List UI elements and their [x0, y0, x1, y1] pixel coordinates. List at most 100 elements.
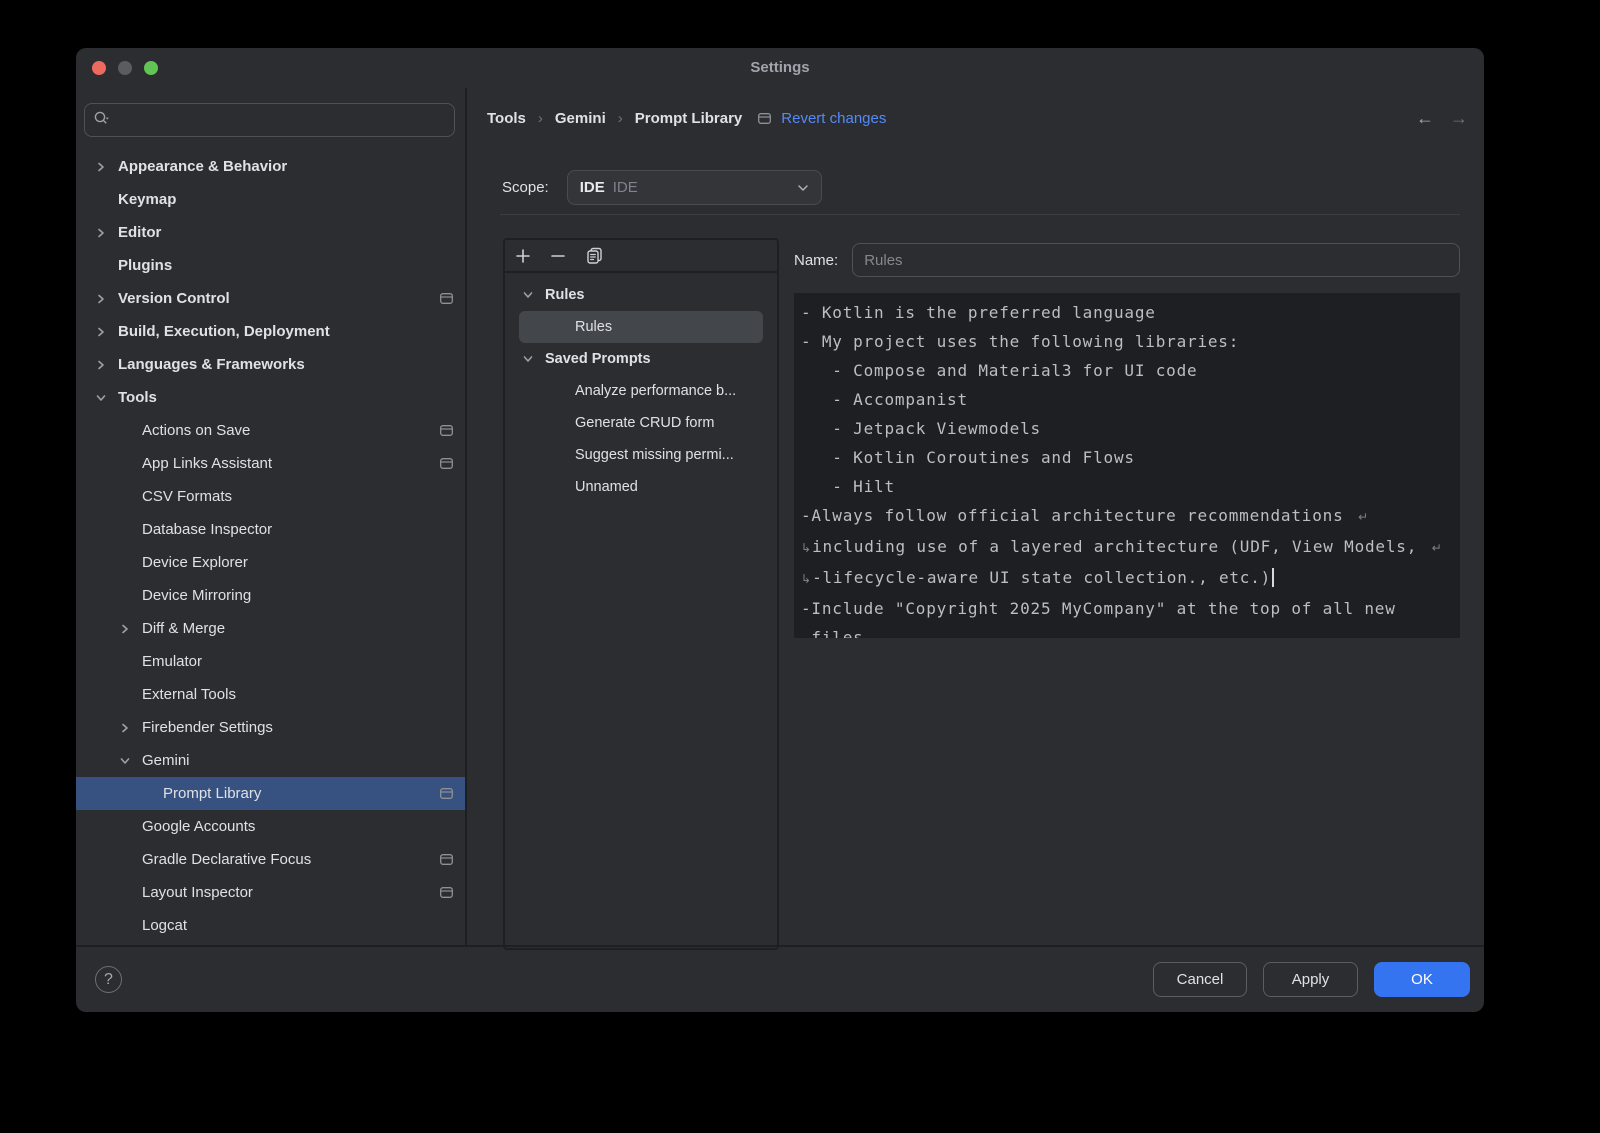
search-input[interactable]	[115, 112, 446, 128]
ok-button[interactable]: OK	[1374, 962, 1470, 997]
sidebar-item-device-mirroring[interactable]: Device Mirroring	[76, 579, 465, 612]
soft-wrap-end-icon: ↵	[1358, 510, 1368, 524]
back-arrow-icon[interactable]: ←	[1416, 108, 1434, 129]
sidebar-item-actions-on-save[interactable]: Actions on Save	[76, 414, 465, 447]
sidebar-item-external-tools[interactable]: External Tools	[76, 678, 465, 711]
sidebar-item-keymap[interactable]: Keymap	[76, 183, 465, 216]
prompt-list-toolbar	[505, 240, 777, 273]
prompt-tree: RulesRules Saved Prompts Analyze performan…	[505, 273, 777, 503]
chevron-down-icon[interactable]	[96, 391, 118, 405]
chevron-down-icon[interactable]	[120, 754, 142, 768]
item-label: Emulator	[142, 653, 202, 670]
name-label: Name:	[794, 252, 838, 269]
item-label: Unnamed	[575, 479, 638, 495]
sidebar-item-emulator[interactable]: Emulator	[76, 645, 465, 678]
sidebar-item-languages-frameworks[interactable]: Languages & Frameworks	[76, 348, 465, 381]
sidebar-item-prompt-library[interactable]: Prompt Library	[76, 777, 465, 810]
add-button[interactable]	[515, 248, 531, 264]
per-ide-settings-icon	[440, 788, 453, 799]
chevron-right-icon[interactable]	[96, 226, 118, 240]
forward-arrow-icon[interactable]: →	[1450, 108, 1468, 129]
apply-button[interactable]: Apply	[1263, 962, 1358, 997]
settings-sidebar: Appearance & Behavior Keymap Editor Plugins…	[76, 88, 467, 945]
cancel-button[interactable]: Cancel	[1153, 962, 1247, 997]
prompt-item-saved-prompts[interactable]: Saved Prompts	[519, 343, 763, 375]
sidebar-item-database-inspector[interactable]: Database Inspector	[76, 513, 465, 546]
sidebar-item-plugins[interactable]: Plugins	[76, 249, 465, 282]
editor-line: - Kotlin is the preferred language	[801, 298, 1454, 327]
per-ide-settings-icon	[758, 113, 771, 124]
item-label: Device Explorer	[142, 554, 248, 571]
editor-line: ↳-lifecycle-aware UI state collection., …	[801, 563, 1454, 594]
soft-wrap-start-icon: ↳	[801, 541, 811, 555]
item-label: Editor	[118, 224, 161, 241]
breadcrumb-item-tools[interactable]: Tools	[487, 110, 526, 127]
remove-button[interactable]	[550, 248, 566, 264]
scope-label: Scope:	[502, 179, 549, 196]
name-input[interactable]	[852, 243, 1460, 277]
prompt-item-rules[interactable]: Rules	[519, 279, 763, 311]
help-button[interactable]: ?	[95, 966, 122, 993]
sidebar-item-build-execution-deployment[interactable]: Build, Execution, Deployment	[76, 315, 465, 348]
prompt-item-suggest-missing-permi[interactable]: Suggest missing permi...	[519, 439, 763, 471]
item-label: External Tools	[142, 686, 236, 703]
scope-value: IDE	[580, 179, 605, 196]
sidebar-item-app-links-assistant[interactable]: App Links Assistant	[76, 447, 465, 480]
chevron-right-icon[interactable]	[96, 358, 118, 372]
scope-dropdown[interactable]: IDE IDE	[567, 170, 822, 205]
sidebar-item-tools[interactable]: Tools	[76, 381, 465, 414]
per-ide-settings-icon	[440, 425, 453, 436]
sidebar-item-gemini[interactable]: Gemini	[76, 744, 465, 777]
breadcrumb-item-prompt-library[interactable]: Prompt Library	[635, 110, 743, 127]
chevron-down-icon	[797, 179, 809, 197]
sidebar-item-editor[interactable]: Editor	[76, 216, 465, 249]
duplicate-button[interactable]	[585, 247, 603, 264]
chevron-right-icon[interactable]	[96, 160, 118, 174]
editor-line: -Always follow official architecture rec…	[801, 501, 1454, 532]
revert-changes-link[interactable]: Revert changes	[781, 110, 886, 127]
header-divider	[500, 214, 1460, 215]
editor-line: files	[801, 623, 1454, 638]
chevron-right-icon[interactable]	[96, 325, 118, 339]
prompt-item-generate-crud-form[interactable]: Generate CRUD form	[519, 407, 763, 439]
chevron-right-icon[interactable]	[96, 292, 118, 306]
prompt-list-panel: RulesRules Saved Prompts Analyze performan…	[503, 238, 779, 950]
item-label: Gemini	[142, 752, 190, 769]
sidebar-item-csv-formats[interactable]: CSV Formats	[76, 480, 465, 513]
chevron-right-icon[interactable]	[120, 622, 142, 636]
editor-text: -Include "Copyright 2025 MyCompany" at t…	[801, 599, 1396, 618]
sidebar-item-diff-merge[interactable]: Diff & Merge	[76, 612, 465, 645]
sidebar-item-firebender-settings[interactable]: Firebender Settings	[76, 711, 465, 744]
editor-text: - My project uses the following librarie…	[801, 332, 1239, 351]
sidebar-item-layout-inspector[interactable]: Layout Inspector	[76, 876, 465, 909]
item-label: Saved Prompts	[545, 351, 651, 367]
footer-bar: ? Cancel Apply OK	[76, 945, 1484, 1012]
editor-text: - Kotlin is the preferred language	[801, 303, 1156, 322]
editor-line: - Kotlin Coroutines and Flows	[801, 443, 1454, 472]
settings-search-box[interactable]	[84, 103, 455, 137]
prompt-item-analyze-performance-b[interactable]: Analyze performance b...	[519, 375, 763, 407]
item-label: App Links Assistant	[142, 455, 272, 472]
item-label: Appearance & Behavior	[118, 158, 287, 175]
item-label: Prompt Library	[163, 785, 261, 802]
per-ide-settings-icon	[440, 458, 453, 469]
chevron-down-icon[interactable]	[523, 352, 545, 366]
sidebar-item-gradle-declarative-focus[interactable]: Gradle Declarative Focus	[76, 843, 465, 876]
sidebar-item-device-explorer[interactable]: Device Explorer	[76, 546, 465, 579]
sidebar-item-appearance-behavior[interactable]: Appearance & Behavior	[76, 150, 465, 183]
item-label: Plugins	[118, 257, 172, 274]
prompt-editor[interactable]: - Kotlin is the preferred language - My p…	[794, 293, 1460, 638]
chevron-down-icon[interactable]	[523, 288, 545, 302]
item-label: Database Inspector	[142, 521, 272, 538]
item-label: Diff & Merge	[142, 620, 225, 637]
history-nav: ← →	[1416, 108, 1468, 129]
item-label: Analyze performance b...	[575, 383, 736, 399]
prompt-item-unnamed[interactable]: Unnamed	[519, 471, 763, 503]
sidebar-item-google-accounts[interactable]: Google Accounts	[76, 810, 465, 843]
chevron-right-icon[interactable]	[120, 721, 142, 735]
settings-tree: Appearance & Behavior Keymap Editor Plugins…	[76, 150, 465, 945]
sidebar-item-version-control[interactable]: Version Control	[76, 282, 465, 315]
sidebar-item-logcat[interactable]: Logcat	[76, 909, 465, 942]
breadcrumb-item-gemini[interactable]: Gemini	[555, 110, 606, 127]
prompt-item-rules[interactable]: Rules	[519, 311, 763, 343]
